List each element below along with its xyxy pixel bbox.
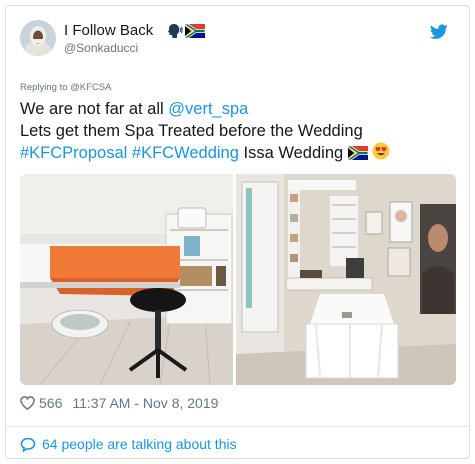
avatar[interactable] [20,20,56,56]
tweet-text: We are not far at all @vert_spa Lets get… [20,98,460,164]
mention-link[interactable]: @vert_spa [168,100,248,118]
conversation-text[interactable]: 64 people are talking about this [42,436,237,452]
speech-bubble-icon [20,437,36,452]
tweet-meta: 566 11:37 AM - Nov 8, 2019 [20,395,218,411]
heart-eyes-emoji-icon [372,142,390,160]
tweet-text-segment: We are not far at all [20,100,169,118]
timestamp[interactable]: 11:37 AM - Nov 8, 2019 [72,395,218,411]
hashtag-link-proposal[interactable]: #KFCProposal [20,144,127,162]
conversation-link[interactable]: 64 people are talking about this [20,436,237,452]
tweet-photo[interactable] [20,174,456,385]
tweet-line-2: Lets get them Spa Treated before the Wed… [20,122,363,140]
tweet-line-3: #KFCProposal #KFCWedding Issa Wedding [20,142,460,164]
south-africa-flag-icon [185,24,205,38]
user-handle[interactable]: @Sonkaducci [64,41,138,55]
divider [6,426,469,427]
south-africa-flag-icon [347,146,368,160]
heart-outline-icon[interactable] [20,396,35,410]
spa-room-image [20,174,456,385]
speaking-head-icon [168,24,183,38]
name-emojis [167,23,205,39]
replying-to[interactable]: Replying to @KFCSA [20,82,111,93]
like-count[interactable]: 566 [39,395,62,411]
twitter-bird-icon[interactable] [430,24,448,40]
tweet-card: I Follow Back @Sonkaducci Replying to @K… [5,5,470,459]
tweet-text-segment: Issa Wedding [238,144,348,162]
tweet-line-1: We are not far at all @vert_spa [20,98,460,120]
hashtag-link-wedding[interactable]: #KFCWedding [132,144,239,162]
display-name[interactable]: I Follow Back [64,22,153,40]
